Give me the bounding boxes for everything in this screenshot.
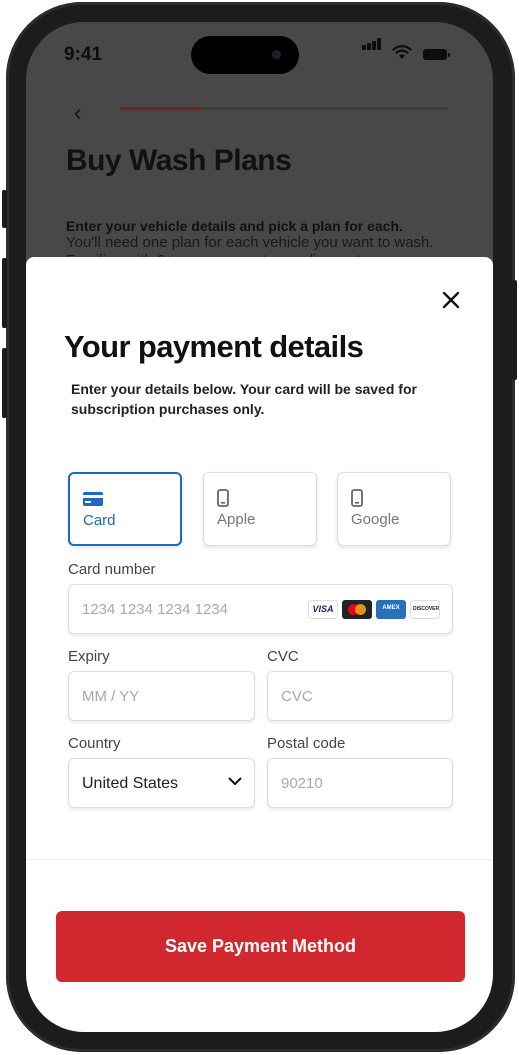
status-bar: 9:41	[26, 22, 493, 86]
credit-card-icon	[83, 492, 103, 506]
step-progress-fill	[120, 107, 202, 110]
page-description: You'll need one plan for each vehicle yo…	[66, 234, 434, 251]
dynamic-island	[191, 36, 299, 74]
payment-method-label: Card	[83, 512, 116, 529]
close-icon[interactable]	[436, 285, 466, 315]
save-payment-method-button[interactable]: Save Payment Method	[56, 911, 465, 982]
page-title: Buy Wash Plans	[66, 144, 292, 177]
sheet-title: Your payment details	[64, 329, 364, 364]
status-time: 9:41	[64, 44, 103, 65]
expiry-placeholder: MM / YY	[82, 688, 140, 705]
step-progress-bar	[120, 107, 448, 110]
postal-code-field[interactable]: 90210	[267, 758, 453, 808]
amex-logo: AMEX	[376, 600, 406, 619]
divider	[26, 859, 493, 860]
cvc-placeholder: CVC	[281, 688, 313, 705]
postal-code-placeholder: 90210	[281, 775, 323, 792]
country-select[interactable]: United States	[68, 758, 255, 808]
volume-up-button	[2, 258, 7, 328]
sheet-subtitle: Enter your details below. Your card will…	[71, 381, 417, 417]
phone-icon	[351, 489, 363, 507]
visa-logo: VISA	[308, 600, 338, 619]
expiry-label: Expiry	[68, 648, 110, 665]
payment-sheet: Your payment details Enter your details …	[26, 257, 493, 1032]
payment-method-label: Google	[351, 511, 400, 528]
card-brands: VISA AMEX DISCOVER	[308, 600, 440, 619]
camera-icon	[272, 50, 281, 59]
expiry-field[interactable]: MM / YY	[68, 671, 255, 721]
back-arrow-icon[interactable]: ‹	[74, 100, 81, 126]
payment-method-apple[interactable]: Apple	[203, 472, 317, 546]
postal-code-label: Postal code	[267, 735, 346, 752]
discover-logo: DISCOVER	[410, 600, 440, 619]
power-button	[512, 280, 517, 380]
battery-icon	[423, 49, 450, 60]
phone-screen: 9:41 ‹ Buy Wash Plans Enter your vehicle…	[26, 22, 493, 1032]
page-description-bold: Enter your vehicle details and pick a pl…	[66, 218, 403, 234]
cvc-field[interactable]: CVC	[267, 671, 453, 721]
silent-switch	[2, 190, 7, 228]
chevron-down-icon	[228, 777, 242, 785]
card-number-label: Card number	[68, 561, 156, 578]
phone-icon	[217, 489, 229, 507]
card-number-field[interactable]: 1234 1234 1234 1234 VISA AMEX DISCOVER	[68, 584, 453, 634]
payment-method-label: Apple	[217, 511, 256, 528]
mastercard-logo	[342, 600, 372, 619]
country-value: United States	[82, 775, 179, 792]
payment-method-google[interactable]: Google	[337, 472, 451, 546]
country-label: Country	[68, 735, 121, 752]
payment-method-card[interactable]: Card	[68, 472, 182, 546]
cvc-label: CVC	[267, 648, 299, 665]
card-number-placeholder: 1234 1234 1234 1234	[82, 601, 228, 618]
volume-down-button	[2, 348, 7, 418]
wifi-icon	[392, 45, 412, 59]
